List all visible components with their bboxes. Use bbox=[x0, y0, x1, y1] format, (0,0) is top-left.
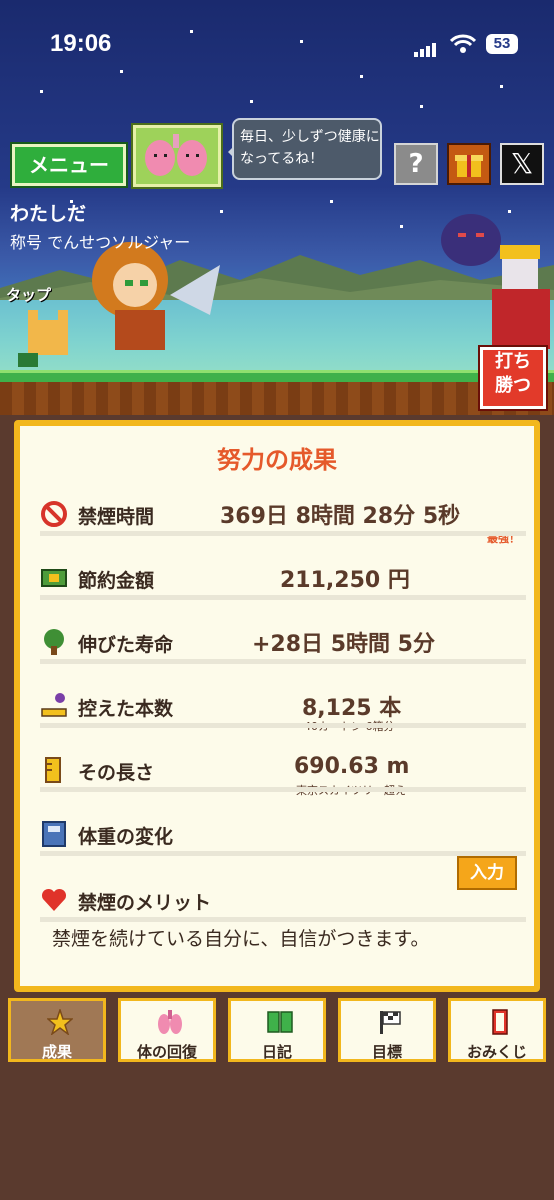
tab-label: おみくじ bbox=[466, 1043, 527, 1061]
mascot-lungs[interactable] bbox=[133, 125, 221, 187]
cigarette-icon bbox=[41, 693, 67, 717]
lungs-mascot-icon bbox=[145, 134, 207, 176]
status-bar: 19:06 53 bbox=[0, 28, 554, 62]
money-icon bbox=[41, 569, 67, 587]
fight-button[interactable]: 打ち 勝つ bbox=[480, 347, 546, 409]
king-enemy bbox=[492, 245, 550, 349]
scale-icon bbox=[42, 821, 66, 847]
tab-label: 成果 bbox=[41, 1043, 72, 1061]
row-label: 禁煙時間 bbox=[78, 506, 155, 528]
player-title: 称号 でんせつソルジャー bbox=[10, 233, 191, 252]
x-share-button[interactable]: 𝕏 bbox=[500, 143, 544, 185]
row-label: その長さ bbox=[78, 762, 155, 784]
tab-diary[interactable]: 日記 bbox=[228, 998, 326, 1062]
row-label: 節約金額 bbox=[78, 570, 155, 592]
bottom-tab-bar: 成果 体の回復 日記 目標 おみくじ bbox=[8, 998, 548, 1064]
results-panel: 努力の成果 禁煙時間 369日 8時間 28分 5秒 最強！ 節約金額 211,… bbox=[14, 420, 540, 992]
tab-goal[interactable]: 目標 bbox=[338, 998, 436, 1062]
row-value: 690.63 m bbox=[294, 754, 410, 779]
gift-icon bbox=[455, 155, 483, 177]
player-name: わたしだ bbox=[10, 203, 87, 225]
clock: 19:06 bbox=[50, 30, 112, 57]
row-smoke-free-time: 禁煙時間 369日 8時間 28分 5秒 最強！ bbox=[40, 496, 526, 545]
tap-hint: タップ bbox=[6, 286, 52, 304]
wifi-icon bbox=[450, 34, 476, 53]
row-label: 体重の変化 bbox=[78, 826, 174, 848]
book-icon bbox=[267, 1011, 293, 1033]
tab-omikuji[interactable]: おみくじ bbox=[448, 998, 546, 1062]
signal-icon bbox=[414, 38, 438, 57]
lungs-icon bbox=[158, 1010, 182, 1034]
star-icon bbox=[47, 1009, 73, 1035]
row-value: 211,250 円 bbox=[280, 568, 410, 593]
row-label: 禁煙のメリット bbox=[78, 892, 212, 914]
heart-icon bbox=[41, 888, 67, 911]
tab-results[interactable]: 成果 bbox=[8, 998, 106, 1062]
merit-text: 禁煙を続けている自分に、自信がつきます。 bbox=[52, 928, 430, 950]
speech-bubble: 毎日、少しずつ健康になってるね！ bbox=[228, 118, 382, 180]
row-value: +28日 5時間 5分 bbox=[252, 632, 435, 657]
row-weight-change: 体重の変化 bbox=[40, 816, 526, 856]
battery-icon: 53 bbox=[486, 34, 518, 54]
hero-character[interactable] bbox=[60, 235, 230, 365]
tab-label: 体の回復 bbox=[136, 1043, 197, 1061]
tab-label: 目標 bbox=[371, 1043, 402, 1061]
flag-icon bbox=[380, 1011, 401, 1034]
cat-companion[interactable] bbox=[18, 305, 78, 370]
menu-button[interactable]: メニュー bbox=[12, 144, 126, 186]
row-label: 伸びた寿命 bbox=[78, 634, 174, 656]
tab-label: 日記 bbox=[261, 1043, 292, 1061]
row-life-extended: 伸びた寿命 +28日 5時間 5分 bbox=[40, 624, 526, 664]
omikuji-icon bbox=[492, 1009, 508, 1035]
tab-body-recovery[interactable]: 体の回復 bbox=[118, 998, 216, 1062]
row-value: 369日 8時間 28分 5秒 bbox=[220, 504, 461, 529]
row-length: その長さ 690.63 m 東京スカイツリー超え bbox=[40, 752, 526, 797]
row-merit: 禁煙のメリット bbox=[40, 882, 526, 922]
fight-label-1: 打ち bbox=[495, 351, 531, 372]
dirt bbox=[0, 382, 554, 415]
panel-heading: 努力の成果 bbox=[217, 446, 337, 474]
gift-button[interactable] bbox=[447, 143, 491, 185]
row-label: 控えた本数 bbox=[78, 698, 174, 720]
fight-label-2: 勝つ bbox=[495, 375, 531, 396]
tree-icon bbox=[44, 629, 64, 655]
row-cigarettes-avoided: 控えた本数 8,125 本 40カートン 6箱分 bbox=[40, 688, 526, 733]
row-money-saved: 節約金額 211,250 円 bbox=[40, 560, 526, 600]
ruler-icon bbox=[45, 757, 61, 783]
help-button[interactable]: ? bbox=[394, 143, 438, 185]
no-smoking-icon bbox=[41, 501, 67, 527]
